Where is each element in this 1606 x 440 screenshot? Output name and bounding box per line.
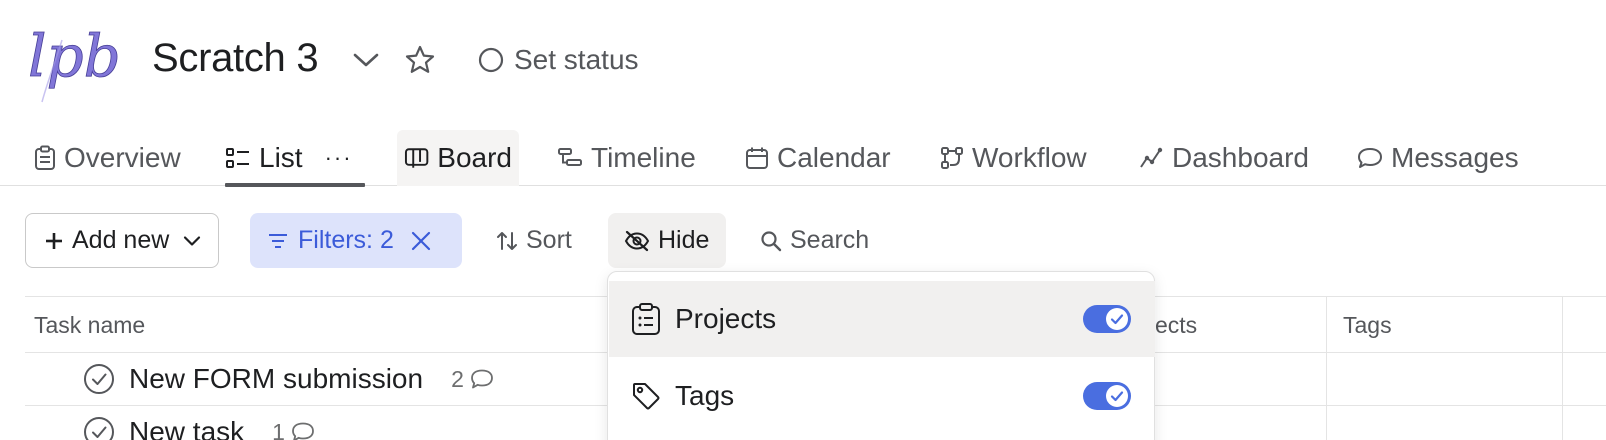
filters-label: Filters: 2 (298, 226, 394, 254)
comment-count[interactable]: 1 (272, 419, 315, 440)
sort-icon (497, 231, 517, 250)
tab-label: Workflow (972, 142, 1087, 173)
tab-list[interactable]: List ··· (225, 130, 365, 187)
calendar-icon (746, 147, 768, 169)
svg-text:lpb: lpb (28, 22, 121, 90)
comment-count[interactable]: 2 (451, 366, 494, 393)
check-icon (1110, 391, 1124, 402)
tab-workflow[interactable]: Workflow (940, 130, 1087, 186)
project-logo[interactable]: lpb (22, 10, 122, 110)
comment-icon (470, 369, 493, 389)
search-label: Search (790, 226, 870, 254)
chevron-down-icon (184, 235, 201, 246)
check-circle-icon[interactable] (83, 416, 115, 440)
hide-menu-item-label: Tags (675, 380, 735, 411)
hide-menu-item-tags[interactable]: Tags (609, 358, 1155, 434)
status-circle-icon (478, 47, 504, 73)
check-circle-icon[interactable] (83, 363, 115, 395)
board-icon (404, 148, 429, 168)
projects-visibility-toggle[interactable] (1083, 305, 1131, 333)
toggle-knob (1106, 308, 1128, 330)
sort-label: Sort (526, 226, 572, 254)
search-button[interactable]: Search (760, 213, 869, 268)
tab-label: Board (437, 142, 512, 173)
tab-messages[interactable]: Messages (1357, 130, 1519, 186)
column-header-task-name[interactable]: Task name (34, 297, 145, 353)
hide-fields-menu: Projects Tags (607, 271, 1155, 440)
clipboard-icon (35, 145, 55, 170)
tab-calendar[interactable]: Calendar (745, 130, 891, 186)
tab-label: Messages (1391, 142, 1519, 173)
set-status-button[interactable]: Set status (478, 42, 639, 78)
table-row[interactable]: New FORM submission 2 (83, 353, 494, 405)
column-divider[interactable] (1326, 297, 1327, 440)
clipboard-icon (632, 303, 660, 335)
list-icon (226, 148, 249, 168)
comment-count-value: 2 (451, 365, 464, 392)
hide-label: Hide (658, 226, 710, 254)
favorite-button[interactable] (402, 42, 438, 78)
hide-menu-item-projects[interactable]: Projects (609, 281, 1155, 357)
tag-icon (633, 383, 660, 410)
tab-more-button[interactable]: ··· (325, 145, 353, 171)
eye-slash-icon (624, 230, 650, 251)
comment-icon (292, 422, 314, 440)
task-name[interactable]: New FORM submission (129, 363, 423, 395)
workflow-icon (941, 147, 963, 169)
chevron-down-icon (353, 53, 379, 67)
column-header-projects[interactable]: ects (1155, 297, 1197, 353)
add-new-button[interactable]: Add new (25, 213, 219, 268)
project-page: lpb Scratch 3 Set status Overview List ·… (0, 0, 1606, 440)
hide-menu-item-label: Projects (675, 303, 777, 334)
set-status-label: Set status (514, 44, 639, 75)
filter-icon (269, 233, 287, 248)
column-header-tags[interactable]: Tags (1343, 297, 1392, 353)
tab-label: Overview (64, 142, 181, 173)
tags-visibility-toggle[interactable] (1083, 382, 1131, 410)
search-icon (761, 230, 782, 251)
tab-label: Calendar (777, 142, 891, 173)
message-icon (1358, 148, 1382, 168)
toggle-knob (1106, 385, 1128, 407)
tab-dashboard[interactable]: Dashboard (1138, 130, 1309, 186)
check-icon (1110, 314, 1124, 325)
comment-count-value: 1 (272, 418, 285, 440)
tab-label: List (259, 142, 303, 173)
project-title: Scratch 3 (152, 36, 319, 80)
tab-label: Timeline (591, 142, 696, 173)
table-row[interactable]: New task 1 (83, 406, 315, 440)
tab-label: Dashboard (1172, 142, 1309, 173)
filters-button[interactable]: Filters: 2 (250, 213, 462, 268)
task-name[interactable]: New task (129, 416, 244, 440)
tab-board[interactable]: Board (397, 130, 519, 186)
tab-timeline[interactable]: Timeline (557, 130, 696, 186)
view-tabs: Overview List ··· Board Timeline Calenda… (0, 130, 1606, 187)
plus-icon (46, 232, 62, 249)
hide-button[interactable]: Hide (608, 213, 726, 268)
add-new-label: Add new (72, 226, 170, 254)
project-menu-button[interactable] (350, 42, 382, 78)
close-icon[interactable] (410, 230, 432, 252)
column-divider[interactable] (1562, 297, 1563, 440)
star-icon (405, 45, 435, 73)
tab-overview[interactable]: Overview (34, 130, 181, 186)
dashboard-icon (1140, 147, 1163, 168)
timeline-icon (558, 148, 582, 166)
sort-button[interactable]: Sort (496, 213, 572, 268)
